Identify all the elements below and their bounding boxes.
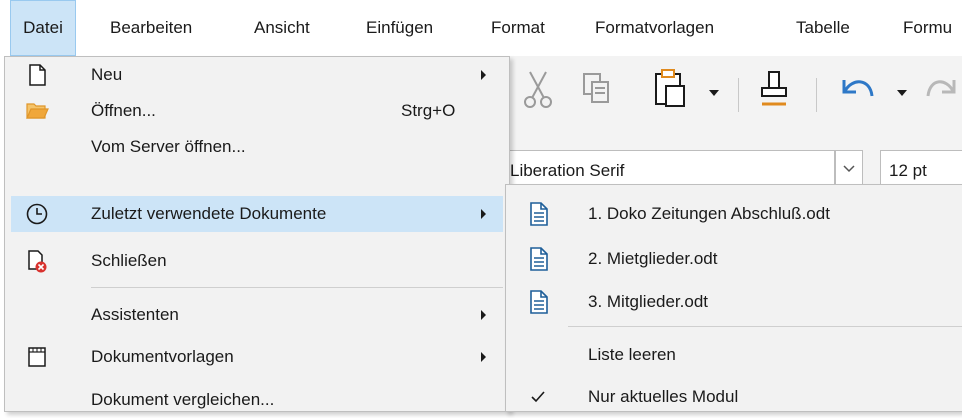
text-document-icon (530, 247, 548, 271)
menu-item-wizards[interactable]: Assistenten (11, 297, 503, 333)
menu-item-templates[interactable]: Dokumentvorlagen (11, 339, 503, 375)
folder-open-icon (26, 103, 49, 119)
clock-icon (26, 203, 48, 225)
menu-formular[interactable]: Formu (903, 0, 952, 56)
menu-datei[interactable]: Datei (10, 0, 76, 56)
menu-item-label: Vom Server öffnen... (91, 137, 246, 156)
menu-tabelle[interactable]: Tabelle (796, 0, 850, 56)
recent-document-2[interactable]: 2. Mietglieder.odt (512, 238, 962, 280)
font-name-dropdown[interactable] (835, 150, 863, 186)
recent-documents-submenu: 1. Doko Zeitungen Abschluß.odt 2. Mietgl… (505, 184, 962, 412)
menu-item-recent-documents[interactable]: Zuletzt verwendete Dokumente (11, 196, 503, 232)
menu-item-label: Neu (91, 65, 123, 84)
menu-einfuegen[interactable]: Einfügen (366, 0, 433, 56)
menu-separator (91, 287, 503, 288)
menu-item-new[interactable]: Neu (11, 57, 503, 93)
menu-formatvorlagen[interactable]: Formatvorlagen (595, 0, 714, 56)
undo-dropdown-icon[interactable] (896, 88, 908, 98)
paste-dropdown-icon[interactable] (708, 88, 720, 98)
menu-format[interactable]: Format (491, 0, 545, 56)
menu-bearbeiten[interactable]: Bearbeiten (110, 0, 192, 56)
menu-item-label: Schließen (91, 251, 167, 270)
chevron-down-icon (843, 165, 855, 173)
recent-document-label: 2. Mietglieder.odt (588, 249, 718, 268)
cut-icon[interactable] (520, 68, 556, 110)
copy-icon[interactable] (580, 68, 614, 110)
toolbar-separator (738, 78, 739, 112)
menu-separator (568, 326, 962, 327)
undo-icon[interactable] (834, 68, 878, 110)
menu-item-label: Dokumentvorlagen (91, 347, 234, 366)
menu-item-open[interactable]: Öffnen... Strg+O (11, 93, 503, 129)
text-document-icon (530, 202, 548, 226)
menu-bar: Datei Bearbeiten Ansicht Einfügen Format… (0, 0, 962, 56)
new-document-icon (29, 64, 46, 86)
submenu-arrow-icon (481, 310, 486, 320)
clone-formatting-icon[interactable] (756, 68, 792, 110)
menu-item-close[interactable]: Schließen (11, 243, 503, 279)
clear-list-label: Liste leeren (588, 345, 676, 364)
menu-item-open-remote[interactable]: Vom Server öffnen... (11, 129, 503, 165)
file-menu: Neu Öffnen... Strg+O Vom Server öffnen..… (4, 56, 510, 412)
standard-toolbar (505, 56, 962, 142)
recent-document-1[interactable]: 1. Doko Zeitungen Abschluß.odt (512, 193, 962, 235)
template-icon (28, 347, 46, 367)
recent-document-label: 1. Doko Zeitungen Abschluß.odt (588, 204, 830, 223)
submenu-arrow-icon (481, 70, 486, 80)
submenu-arrow-icon (481, 352, 486, 362)
submenu-arrow-icon (481, 209, 486, 219)
checkmark-icon (531, 391, 545, 403)
menu-ansicht[interactable]: Ansicht (254, 0, 310, 56)
menu-item-compare-document[interactable]: Dokument vergleichen... (11, 382, 503, 418)
text-document-icon (530, 290, 548, 314)
recent-document-label: 3. Mitglieder.odt (588, 292, 709, 311)
clear-list-item[interactable]: Liste leeren (512, 334, 962, 376)
font-size-box[interactable]: 12 pt (880, 150, 962, 186)
font-name-box[interactable]: Liberation Serif (505, 150, 835, 186)
toolbar-separator (816, 78, 817, 112)
close-document-icon (28, 250, 47, 273)
menu-item-shortcut: Strg+O (401, 101, 456, 120)
menu-item-label: Öffnen... (91, 101, 156, 120)
menu-item-label: Assistenten (91, 305, 179, 324)
paste-icon[interactable] (652, 68, 692, 110)
recent-document-3[interactable]: 3. Mitglieder.odt (512, 281, 962, 323)
redo-icon[interactable] (924, 68, 962, 110)
menu-item-label: Dokument vergleichen... (91, 390, 275, 409)
menu-item-label: Zuletzt verwendete Dokumente (91, 204, 327, 223)
